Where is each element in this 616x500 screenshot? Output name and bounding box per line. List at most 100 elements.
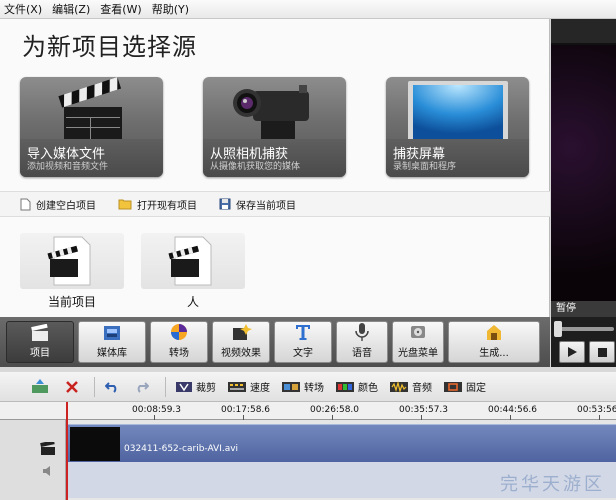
- page-title: 为新项目选择源: [22, 33, 197, 61]
- preview-panel: 暂停: [551, 19, 616, 317]
- trim-icon: [176, 381, 192, 392]
- menu-file[interactable]: 文件(X): [4, 1, 42, 17]
- create-blank-project-button[interactable]: 创建空白项目: [20, 197, 96, 212]
- delete-icon: [66, 380, 78, 393]
- playback-status: 暂停: [551, 301, 616, 317]
- app-window: 文件(X) 编辑(Z) 查看(W) 帮助(Y) 为新项目选择源 导入媒体文件 添…: [0, 0, 616, 500]
- tab-video-effects[interactable]: 视频效果: [212, 321, 270, 363]
- produce-icon: [487, 325, 501, 340]
- speed-icon: [228, 381, 246, 392]
- ruler-time-label: 00:44:56.6: [488, 405, 538, 415]
- microphone-icon: [355, 323, 369, 341]
- menu-help[interactable]: 帮助(Y): [152, 1, 189, 17]
- audio-icon: [390, 380, 408, 393]
- audio-button[interactable]: 音频: [390, 379, 432, 394]
- video-clip[interactable]: 032411-652-carib-AVI.avi: [68, 424, 616, 462]
- undo-button[interactable]: [105, 381, 123, 393]
- video-track-header: [0, 420, 66, 500]
- tab-transitions[interactable]: 转场: [150, 321, 208, 363]
- toolbar-label: 生成...: [479, 348, 509, 359]
- toolbar-label: 语音: [352, 348, 372, 359]
- menu-view[interactable]: 查看(W): [100, 1, 141, 17]
- split-button[interactable]: [30, 378, 54, 395]
- recent-project-label: 当前项目: [47, 295, 96, 309]
- video-effects-icon: [233, 324, 252, 340]
- clip-name: 032411-652-carib-AVI.avi: [124, 444, 239, 454]
- color-button[interactable]: 颜色: [336, 379, 378, 394]
- recent-project-current[interactable]: 当前项目: [20, 233, 124, 313]
- card-subtitle: 添加视频和音频文件: [27, 162, 109, 172]
- edit-tool-label: 固定: [466, 383, 486, 394]
- stabilize-button[interactable]: 固定: [444, 379, 486, 394]
- folder-icon: [118, 199, 132, 210]
- recent-project-thumbnail: [20, 233, 124, 289]
- toolbar-label: 转场: [169, 348, 189, 359]
- card-subtitle: 录制桌面和程序: [393, 162, 457, 172]
- ruler-time-label: 00:26:58.0: [310, 405, 360, 415]
- media-library-icon: [104, 326, 120, 340]
- save-icon: [219, 198, 231, 210]
- camcorder-icon: [233, 85, 309, 143]
- toolbar-label: 视频效果: [221, 348, 261, 359]
- edit-tool-label: 速度: [250, 383, 270, 394]
- undo-icon: [105, 381, 117, 393]
- toolbar-label: 项目: [30, 348, 50, 359]
- edit-toolbar: 裁剪 速度 转场 颜色 音频 固定: [0, 372, 616, 402]
- ruler-time-label: 00:08:59.3: [132, 405, 182, 415]
- capture-screen-card[interactable]: 捕获屏幕 录制桌面和程序: [386, 77, 529, 177]
- tab-voice[interactable]: 语音: [336, 321, 388, 363]
- menu-bar: 文件(X) 编辑(Z) 查看(W) 帮助(Y): [0, 0, 616, 19]
- tab-disc-menu[interactable]: 光盘菜单: [392, 321, 444, 363]
- toolbar-label: 文字: [293, 348, 313, 359]
- stop-button[interactable]: [589, 341, 615, 363]
- main-toolbar: 项目 媒体库 转场 视频效果 文字 语音 光盘菜单 生成...: [0, 317, 550, 367]
- toolbar-label: 媒体库: [97, 348, 127, 359]
- transition-icon: [171, 324, 187, 340]
- separator: [94, 376, 95, 397]
- button-label: 打开现有项目: [137, 200, 197, 212]
- delete-button[interactable]: [66, 380, 82, 393]
- watermark-text: 完华天游区: [500, 474, 605, 495]
- playhead[interactable]: [66, 402, 68, 500]
- monitor-icon: [408, 81, 508, 143]
- tab-media-library[interactable]: 媒体库: [78, 321, 146, 363]
- recent-project-thumbnail: [141, 233, 245, 289]
- recent-project-ren[interactable]: 人: [141, 233, 245, 313]
- audio-track-icon: [43, 466, 50, 476]
- capture-camera-card[interactable]: 从照相机捕获 从摄像机获取您的媒体: [203, 77, 346, 177]
- disc-menu-icon: [411, 326, 425, 338]
- new-file-icon: [20, 198, 31, 210]
- ruler-time-label: 00:17:58.6: [221, 405, 271, 415]
- project-file-icon: [47, 236, 91, 286]
- save-project-button[interactable]: 保存当前项目: [219, 197, 296, 212]
- import-media-card[interactable]: 导入媒体文件 添加视频和音频文件: [20, 77, 163, 177]
- ruler-time-label: 00:53:56.: [577, 405, 616, 415]
- button-label: 保存当前项目: [236, 200, 296, 212]
- project-icon: [31, 324, 48, 341]
- open-project-button[interactable]: 打开现有项目: [118, 197, 197, 212]
- position-slider-handle[interactable]: [554, 321, 562, 337]
- position-slider[interactable]: [559, 327, 614, 331]
- menu-edit[interactable]: 编辑(Z): [52, 1, 90, 17]
- stop-icon: [597, 347, 607, 357]
- produce-button[interactable]: 生成...: [448, 321, 540, 363]
- redo-button[interactable]: [135, 381, 153, 393]
- ruler-time-label: 00:35:57.3: [399, 405, 449, 415]
- redo-icon: [137, 381, 149, 393]
- trim-button[interactable]: 裁剪: [176, 379, 216, 394]
- transition-button[interactable]: 转场: [282, 379, 324, 394]
- timeline-ruler[interactable]: 00:08:59.3 00:17:58.6 00:26:58.0 00:35:5…: [0, 402, 616, 420]
- card-subtitle: 从摄像机获取您的媒体: [210, 162, 301, 172]
- edit-tool-label: 音频: [412, 383, 432, 394]
- tab-text[interactable]: 文字: [274, 321, 332, 363]
- split-icon: [32, 378, 48, 393]
- project-actions-bar: 创建空白项目 打开现有项目 保存当前项目: [0, 191, 550, 217]
- button-label: 创建空白项目: [36, 200, 96, 212]
- play-button[interactable]: [559, 341, 585, 363]
- separator: [165, 376, 166, 397]
- speed-button[interactable]: 速度: [228, 379, 270, 394]
- project-file-icon: [168, 236, 212, 286]
- preview-screen: [551, 45, 616, 301]
- transport-controls: [551, 317, 616, 367]
- tab-project[interactable]: 项目: [6, 321, 74, 363]
